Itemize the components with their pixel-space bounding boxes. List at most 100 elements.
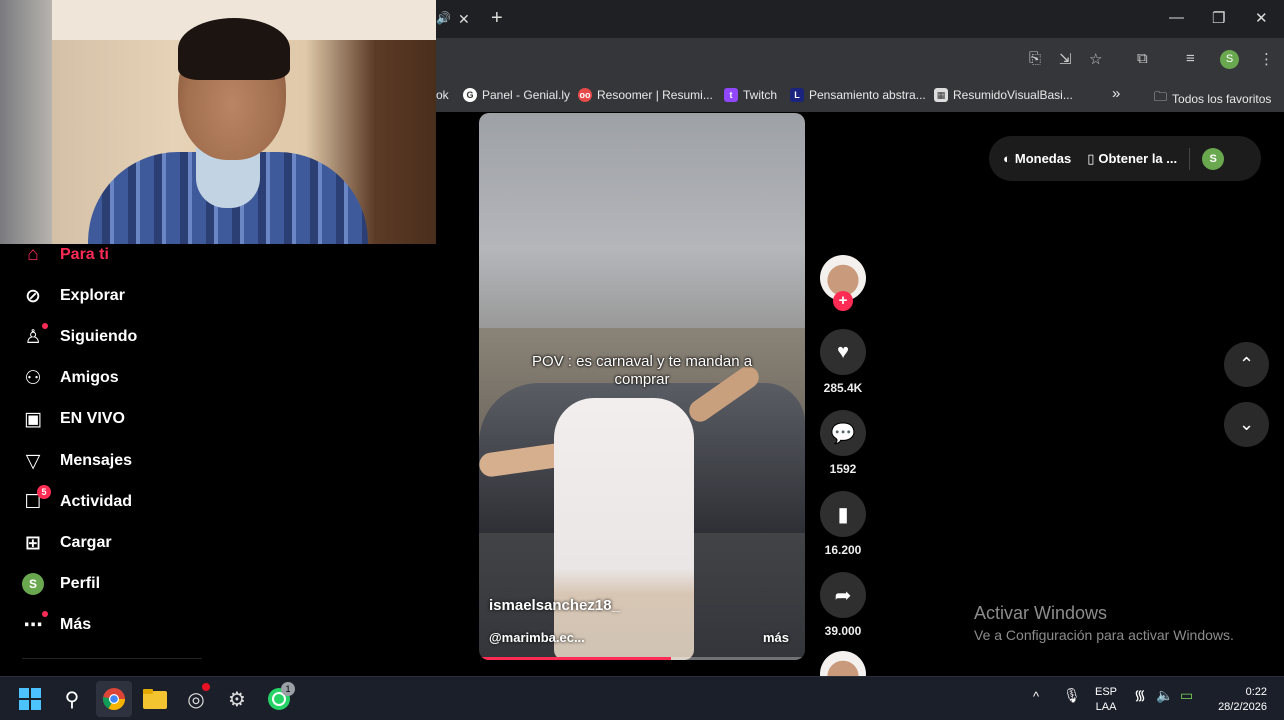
letter-l-icon: L — [790, 88, 804, 102]
sidebar-item-cargar[interactable]: ⊞ Cargar — [22, 532, 112, 554]
webcam-hair — [178, 18, 290, 80]
compass-icon: ⊘ — [25, 285, 41, 307]
bookmark-item[interactable]: oo Resoomer | Resumi... — [578, 88, 713, 102]
circle-app-icon: ◎ — [187, 688, 205, 711]
notification-dot — [42, 611, 48, 617]
taskbar-whatsapp[interactable]: 1 — [261, 681, 297, 717]
tray-chevron-icon[interactable]: ^ — [1033, 689, 1039, 704]
video-player[interactable]: POV : es carnaval y te mandan a comprar … — [479, 113, 805, 660]
sidebar-item-en-vivo[interactable]: ▣ EN VIVO — [22, 408, 125, 430]
chrome-icon — [103, 688, 125, 710]
taskbar-steam[interactable]: ⚙ — [219, 681, 255, 717]
notification-dot — [42, 323, 48, 329]
phone-icon: ▯ — [1087, 150, 1095, 166]
folder-icon — [143, 689, 167, 709]
home-icon: ⌂ — [27, 244, 39, 265]
install-app-icon[interactable]: ⇲ — [1059, 50, 1072, 68]
pill-divider — [1189, 147, 1191, 170]
bookmark-item[interactable]: t Twitch — [724, 88, 777, 102]
bookmark-item[interactable]: ▦ ResumidoVisualBasi... — [934, 88, 1073, 102]
more-icon: ⋯ — [22, 611, 48, 636]
folder-icon: 🗀 — [1154, 89, 1168, 104]
coin-icon: ◐ — [1003, 151, 1011, 166]
close-window-button[interactable]: ✕ — [1255, 9, 1268, 27]
messages-icon: ▽ — [25, 450, 41, 472]
taskbar-chrome[interactable] — [96, 681, 132, 717]
volume-icon[interactable]: 🔈 — [1156, 688, 1173, 703]
chevron-up-icon: ⌃ — [1238, 354, 1255, 374]
video-username[interactable]: ismaelsanchez18_ — [489, 597, 620, 614]
creator-avatar[interactable]: + — [820, 255, 866, 311]
battery-icon[interactable]: ▭ — [1180, 688, 1193, 703]
activity-badge: 5 — [37, 485, 51, 499]
tiktok-sidebar: ⌂ Para ti ⊘ Explorar ♙ Siguiendo ⚇ Amigo… — [0, 244, 436, 676]
bookmarks-overflow-button[interactable]: » — [1112, 85, 1120, 102]
comment-count: 1592 — [829, 462, 857, 476]
comment-button[interactable]: 💬 — [820, 410, 866, 456]
sidebar-item-para-ti[interactable]: ⌂ Para ti — [22, 244, 109, 266]
comment-icon: 💬 — [830, 422, 856, 445]
sidebar-item-amigos[interactable]: ⚇ Amigos — [22, 367, 118, 389]
sidebar-item-mas[interactable]: ⋯ Más — [22, 611, 91, 636]
sidebar-item-perfil[interactable]: S Perfil — [22, 573, 100, 595]
tab-close-icon[interactable]: ✕ — [458, 11, 470, 28]
sidebar-item-mensajes[interactable]: ▽ Mensajes — [22, 450, 132, 472]
save-button[interactable]: ▮ — [820, 491, 866, 537]
microphone-icon[interactable]: 🎙 — [1063, 688, 1081, 703]
browser-menu-icon[interactable]: ⋮ — [1259, 50, 1274, 68]
video-actions: + ♥ 285.4K 💬 1592 ▮ 16.200 ➦ 39.000 — [820, 255, 866, 717]
share-button[interactable]: ➦ — [820, 572, 866, 618]
bookmarks-bar: ok G Panel - Genial.ly oo Resoomer | Res… — [436, 80, 1284, 112]
save-count: 16.200 — [824, 543, 862, 557]
friends-icon: ⚇ — [24, 367, 42, 389]
webcam-door — [0, 0, 52, 244]
sidebar-item-explorar[interactable]: ⊘ Explorar — [22, 285, 125, 307]
taskbar-app[interactable]: ◎ — [178, 681, 214, 717]
search-icon: ⚲ — [64, 688, 80, 711]
start-button[interactable] — [12, 681, 48, 717]
bookmark-item[interactable]: L Pensamiento abstra... — [790, 88, 926, 102]
bookmark-item[interactable]: G Panel - Genial.ly — [463, 88, 570, 102]
top-actions-pill: ◐ Monedas ▯ Obtener la ... S — [989, 136, 1261, 181]
image-icon: ▦ — [934, 88, 948, 102]
video-more-button[interactable]: más — [763, 630, 789, 645]
bookmark-star-icon[interactable]: ☆ — [1089, 50, 1102, 68]
tab-audio-icon[interactable]: 🔊 — [436, 11, 451, 25]
bookmark-item[interactable]: ok — [436, 88, 449, 102]
taskbar-file-explorer[interactable] — [137, 681, 173, 717]
extensions-icon[interactable]: ⧉ — [1137, 50, 1148, 67]
live-icon: ▣ — [24, 408, 42, 430]
video-sound[interactable]: @marimba.ec... — [489, 630, 585, 645]
clock[interactable]: 0:22 28/2/2026 — [1212, 685, 1267, 715]
follow-button[interactable]: + — [833, 291, 853, 311]
coins-button[interactable]: ◐ Monedas — [1003, 151, 1071, 166]
get-app-button[interactable]: ▯ Obtener la ... — [1087, 151, 1177, 167]
media-controls-icon[interactable]: ≡ — [1186, 50, 1195, 67]
next-video-button[interactable]: ⌄ — [1224, 402, 1269, 447]
wifi-icon[interactable]: ᯾ — [1134, 688, 1146, 703]
browser-toolbar: ⎘ ⇲ ☆ ⧉ ≡ S ⋮ — [436, 38, 1284, 80]
search-button[interactable]: ⚲ — [54, 681, 90, 717]
previous-video-button[interactable]: ⌃ — [1224, 342, 1269, 387]
heart-icon: ♥ — [837, 340, 849, 363]
restore-button[interactable]: ❐ — [1212, 9, 1225, 27]
language-indicator[interactable]: ESP LAA — [1095, 685, 1117, 715]
sidebar-item-actividad[interactable]: ☐ 5 Actividad — [22, 485, 132, 513]
profile-avatar[interactable]: S — [1202, 147, 1225, 170]
translate-icon[interactable]: ⎘ — [1029, 50, 1041, 67]
like-count: 285.4K — [823, 381, 863, 395]
video-person — [554, 398, 694, 660]
browser-profile-avatar[interactable]: S — [1220, 50, 1239, 69]
sidebar-item-siguiendo[interactable]: ♙ Siguiendo — [22, 323, 137, 348]
bookmark-icon: ▮ — [837, 503, 849, 526]
minimize-button[interactable]: — — [1169, 9, 1184, 26]
notification-dot — [202, 683, 210, 691]
windows-activation-watermark: Activar Windows Ve a Configuración para … — [974, 603, 1234, 643]
like-button[interactable]: ♥ — [820, 329, 866, 375]
video-caption: POV : es carnaval y te mandan a comprar — [531, 353, 753, 388]
video-progress-bar[interactable] — [479, 657, 805, 660]
genially-icon: G — [463, 88, 477, 102]
new-tab-button[interactable]: + — [491, 7, 503, 30]
twitch-icon: t — [724, 88, 738, 102]
all-favorites-folder[interactable]: 🗀 Todos los favoritos — [1154, 88, 1271, 110]
